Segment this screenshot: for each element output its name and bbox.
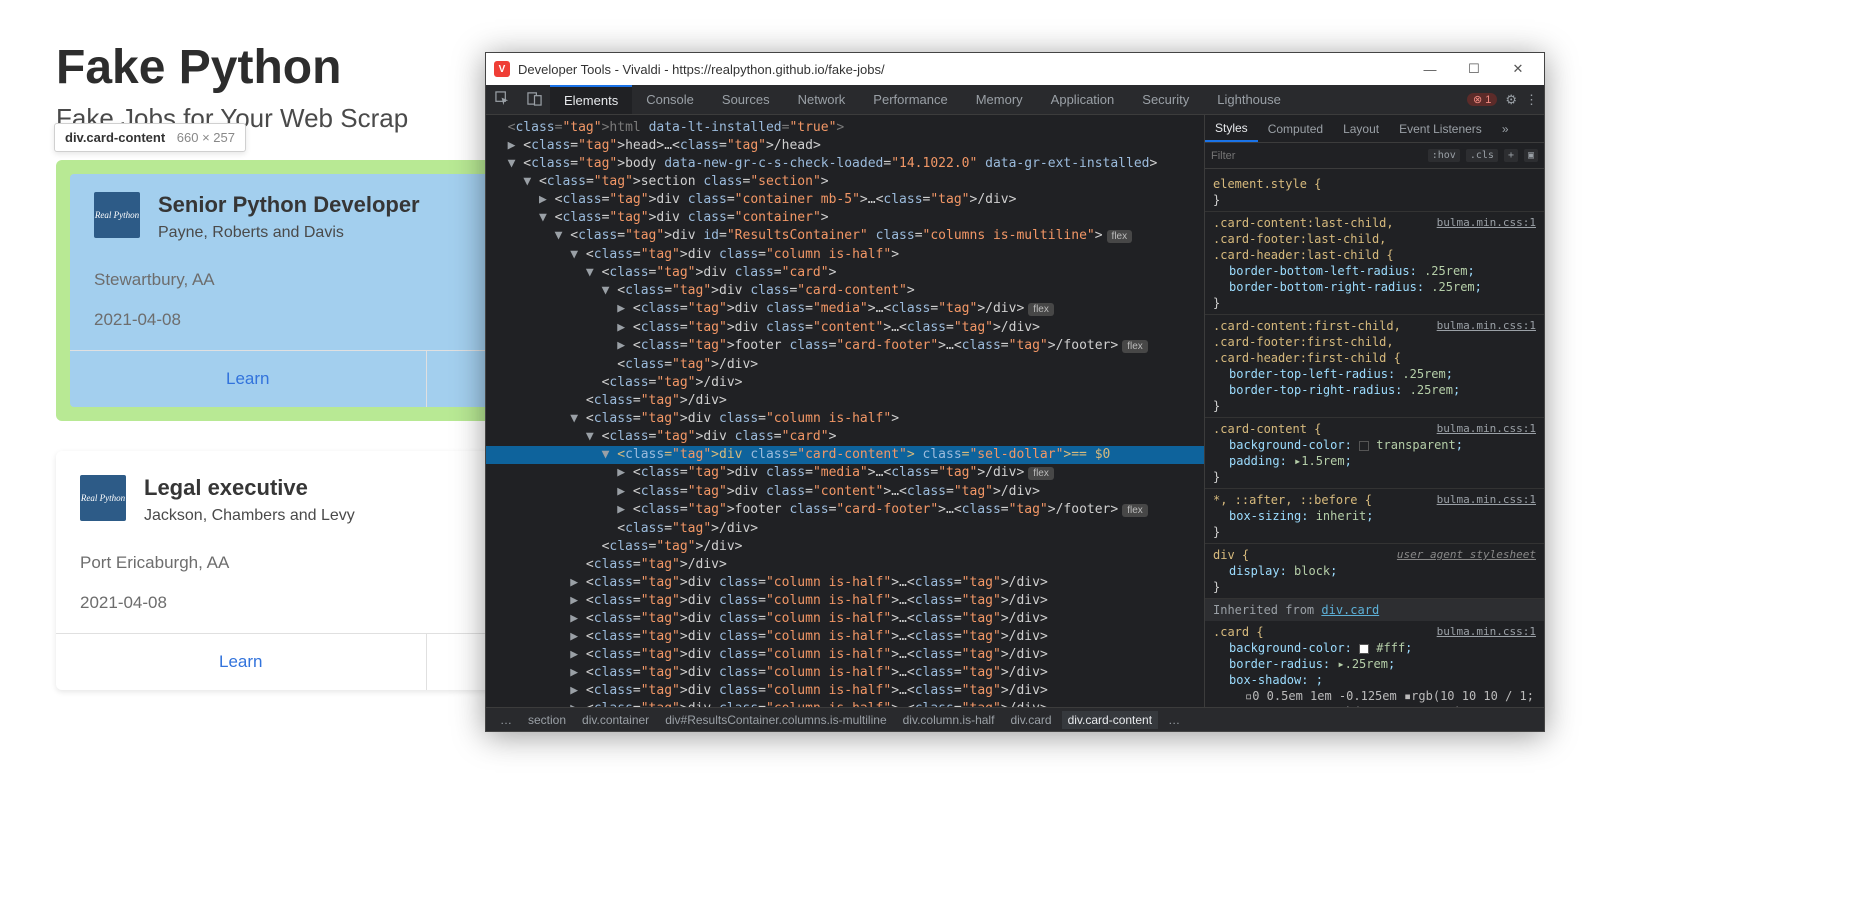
add-rule-icon[interactable]: + <box>1504 149 1518 162</box>
breadcrumb-item[interactable]: div.column.is-half <box>897 711 1001 729</box>
dom-line[interactable]: ▼ <class="tag">div class="card"> <box>486 428 1204 446</box>
devtools-tabs: ElementsConsoleSourcesNetworkPerformance… <box>486 85 1544 115</box>
dom-line[interactable]: <class="tag">/div> <box>486 392 1204 410</box>
tab-console[interactable]: Console <box>632 85 708 114</box>
hov-button[interactable]: :hov <box>1428 149 1460 162</box>
vivaldi-icon: V <box>494 61 510 77</box>
css-rule[interactable]: element.style {} <box>1205 173 1544 212</box>
tab-application[interactable]: Application <box>1037 85 1129 114</box>
company-logo: Real Python <box>80 475 126 521</box>
dom-line[interactable]: ▶ <class="tag">head>…<class="tag">/head> <box>486 137 1204 155</box>
learn-link[interactable]: Learn <box>56 634 426 690</box>
dom-line[interactable]: ▶ <class="tag">div class="content">…<cla… <box>486 319 1204 337</box>
dom-line[interactable]: ▶ <class="tag">div class="column is-half… <box>486 700 1204 707</box>
dom-line[interactable]: <class="tag">html data-lt-installed="tru… <box>486 119 1204 137</box>
close-button[interactable]: ✕ <box>1500 61 1536 77</box>
inspect-element-icon[interactable] <box>486 91 518 109</box>
css-rule[interactable]: .card-content:first-child, .card-footer:… <box>1205 315 1544 418</box>
breadcrumb-item[interactable]: div.card <box>1004 711 1057 729</box>
dom-line[interactable]: <class="tag">/div> <box>486 520 1204 538</box>
breadcrumb-item[interactable]: section <box>522 711 572 729</box>
dom-line[interactable]: <class="tag">/div> <box>486 538 1204 556</box>
company-logo: Real Python <box>94 192 140 238</box>
tab-security[interactable]: Security <box>1128 85 1203 114</box>
dom-line[interactable]: ▼ <class="tag">div class="card-content"> <box>486 282 1204 300</box>
styles-tabs-more[interactable]: » <box>1492 115 1519 142</box>
inherited-header: Inherited from div.card <box>1205 599 1544 621</box>
dom-line[interactable]: ▼ <class="tag">div class="card"> <box>486 264 1204 282</box>
dom-line[interactable]: ▶ <class="tag">div class="content">…<cla… <box>486 483 1204 501</box>
dom-line[interactable]: ▼ <class="tag">div class="column is-half… <box>486 410 1204 428</box>
error-badge[interactable]: 1 <box>1467 93 1497 106</box>
devtools-window: V Developer Tools - Vivaldi - https://re… <box>485 52 1545 732</box>
tooltip-selector: div.card-content <box>65 130 165 145</box>
styles-tabs: StylesComputedLayoutEvent Listeners» <box>1205 115 1544 143</box>
styles-filter[interactable] <box>1211 150 1422 162</box>
dom-line[interactable]: ▶ <class="tag">footer class="card-footer… <box>486 337 1204 356</box>
css-rule[interactable]: .card-content {bulma.min.css:1background… <box>1205 418 1544 489</box>
dom-line[interactable]: <class="tag">/div> <box>486 374 1204 392</box>
dom-line[interactable]: ▼ <class="tag">div id="ResultsContainer"… <box>486 227 1204 246</box>
styles-tab-styles[interactable]: Styles <box>1205 115 1258 142</box>
minimize-button[interactable]: — <box>1412 62 1448 77</box>
dom-line[interactable]: ▶ <class="tag">div class="column is-half… <box>486 592 1204 610</box>
maximize-button[interactable]: ☐ <box>1456 61 1492 77</box>
css-rule[interactable]: .card {bulma.min.css:1background-color: … <box>1205 621 1544 707</box>
window-titlebar[interactable]: V Developer Tools - Vivaldi - https://re… <box>486 53 1544 85</box>
dom-line[interactable]: ▶ <class="tag">div class="column is-half… <box>486 664 1204 682</box>
toggle-sidebar-icon[interactable]: ▣ <box>1524 149 1538 162</box>
dom-line[interactable]: ▼ <class="tag">div class="container"> <box>486 209 1204 227</box>
dom-line[interactable]: <class="tag">/div> <box>486 556 1204 574</box>
dom-line[interactable]: ▼ <class="tag">body data-new-gr-c-s-chec… <box>486 155 1204 173</box>
dom-line[interactable]: ▶ <class="tag">div class="column is-half… <box>486 628 1204 646</box>
job-company: Payne, Roberts and Davis <box>158 224 420 242</box>
job-company: Jackson, Chambers and Levy <box>144 507 355 525</box>
dom-line[interactable]: ▼ <class="tag">div class="column is-half… <box>486 246 1204 264</box>
dom-line[interactable]: ▶ <class="tag">div class="column is-half… <box>486 646 1204 664</box>
device-toolbar-icon[interactable] <box>518 91 550 109</box>
dom-tree[interactable]: <class="tag">html data-lt-installed="tru… <box>486 115 1204 707</box>
tab-performance[interactable]: Performance <box>859 85 961 114</box>
styles-tab-computed[interactable]: Computed <box>1258 115 1333 142</box>
cls-button[interactable]: .cls <box>1466 149 1498 162</box>
settings-icon[interactable]: ⚙ <box>1505 92 1517 108</box>
dom-line[interactable]: ▶ <class="tag">div class="column is-half… <box>486 682 1204 700</box>
dom-breadcrumb[interactable]: …sectiondiv.containerdiv#ResultsContaine… <box>486 707 1544 731</box>
css-rule[interactable]: div {user agent stylesheetdisplay: block… <box>1205 544 1544 599</box>
tab-sources[interactable]: Sources <box>708 85 784 114</box>
css-rule[interactable]: *, ::after, ::before {bulma.min.css:1box… <box>1205 489 1544 544</box>
styles-pane: StylesComputedLayoutEvent Listeners» :ho… <box>1204 115 1544 707</box>
styles-tab-layout[interactable]: Layout <box>1333 115 1389 142</box>
tooltip-dimensions: 660 × 257 <box>177 130 235 145</box>
dom-line[interactable]: ▶ <class="tag">div class="column is-half… <box>486 610 1204 628</box>
tab-network[interactable]: Network <box>784 85 860 114</box>
tab-elements[interactable]: Elements <box>550 85 632 114</box>
learn-link[interactable]: Learn <box>70 351 426 407</box>
styles-tab-event-listeners[interactable]: Event Listeners <box>1389 115 1492 142</box>
breadcrumb-item[interactable]: div.container <box>576 711 655 729</box>
dom-line[interactable]: ▼ <class="tag">div class="card-content">… <box>486 446 1204 464</box>
inspector-tooltip: div.card-content 660 × 257 <box>54 123 246 152</box>
tab-lighthouse[interactable]: Lighthouse <box>1203 85 1295 114</box>
breadcrumb-item[interactable]: div.card-content <box>1062 711 1159 729</box>
breadcrumb-item[interactable]: … <box>494 711 518 729</box>
dom-line[interactable]: <class="tag">/div> <box>486 356 1204 374</box>
css-rule[interactable]: .card-content:last-child, .card-footer:l… <box>1205 212 1544 315</box>
job-title: Senior Python Developer <box>158 192 420 218</box>
window-title: Developer Tools - Vivaldi - https://real… <box>518 62 1404 77</box>
dom-line[interactable]: ▶ <class="tag">div class="media">…<class… <box>486 300 1204 319</box>
breadcrumb-item[interactable]: div#ResultsContainer.columns.is-multilin… <box>659 711 892 729</box>
dom-line[interactable]: ▶ <class="tag">div class="column is-half… <box>486 574 1204 592</box>
breadcrumb-item[interactable]: … <box>1162 711 1186 729</box>
dom-line[interactable]: ▶ <class="tag">div class="container mb-5… <box>486 191 1204 209</box>
styles-rules[interactable]: element.style {}.card-content:last-child… <box>1205 169 1544 707</box>
job-title: Legal executive <box>144 475 355 501</box>
dom-line[interactable]: ▶ <class="tag">div class="media">…<class… <box>486 464 1204 483</box>
more-icon[interactable]: ⋮ <box>1525 92 1538 108</box>
tab-memory[interactable]: Memory <box>962 85 1037 114</box>
dom-line[interactable]: ▼ <class="tag">section class="section"> <box>486 173 1204 191</box>
dom-line[interactable]: ▶ <class="tag">footer class="card-footer… <box>486 501 1204 520</box>
